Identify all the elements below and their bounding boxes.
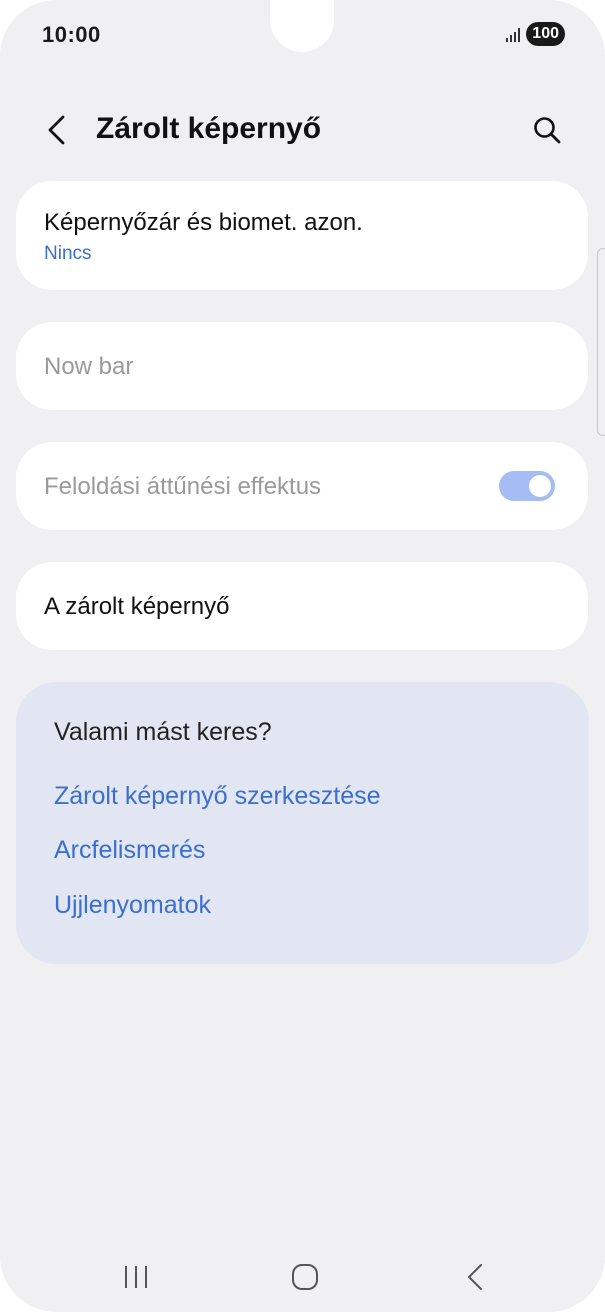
navigation-bar	[0, 1245, 605, 1305]
recent-apps-icon	[125, 1266, 147, 1288]
suggestion-link-face-recognition[interactable]: Arcfelismerés	[54, 836, 205, 865]
screen-lock-label: Képernyőzár és biomet. azon.	[44, 209, 363, 236]
status-indicators: 100	[506, 22, 565, 46]
chevron-left-icon	[48, 115, 65, 145]
status-time: 10:00	[42, 22, 101, 47]
suggestion-link-fingerprints[interactable]: Ujjlenyomatok	[54, 891, 211, 920]
home-button[interactable]	[275, 1255, 335, 1299]
suggestions-title: Valami mást keres?	[54, 718, 272, 746]
recent-apps-button[interactable]	[106, 1255, 166, 1299]
back-icon	[468, 1264, 482, 1290]
scrollbar[interactable]	[597, 248, 605, 436]
lock-screen-label: A zárolt képernyő	[44, 593, 230, 620]
battery-indicator: 100	[526, 22, 565, 46]
signal-icon	[506, 26, 521, 42]
search-icon	[534, 117, 561, 144]
now-bar-label: Now bar	[44, 353, 134, 380]
suggestion-link-edit-lock-screen[interactable]: Zárolt képernyő szerkesztése	[54, 782, 381, 811]
status-bar: 10:00 100	[0, 0, 605, 70]
home-icon	[292, 1264, 318, 1290]
page-header: Zárolt képernyő	[0, 100, 605, 160]
lock-screen-setting[interactable]: A zárolt képernyő	[16, 562, 588, 650]
now-bar-setting[interactable]: Now bar	[16, 322, 588, 410]
back-nav-button[interactable]	[445, 1255, 505, 1299]
toggle-knob	[529, 475, 551, 497]
unlock-effect-label: Feloldási áttűnési effektus	[44, 473, 322, 500]
suggestions-panel: Valami mást keres? Zárolt képernyő szerk…	[16, 682, 589, 964]
screen-lock-value: Nincs	[44, 243, 92, 264]
back-button[interactable]	[36, 108, 76, 152]
unlock-effect-toggle[interactable]	[499, 471, 555, 501]
screen-lock-setting[interactable]: Képernyőzár és biomet. azon. Nincs	[16, 181, 588, 290]
unlock-effect-setting[interactable]: Feloldási áttűnési effektus	[16, 442, 588, 530]
search-button[interactable]	[525, 108, 569, 152]
page-title: Zárolt képernyő	[96, 112, 322, 145]
phone-screen: 10:00 100 Zárolt képernyő Képernyőzár és…	[0, 0, 605, 1312]
